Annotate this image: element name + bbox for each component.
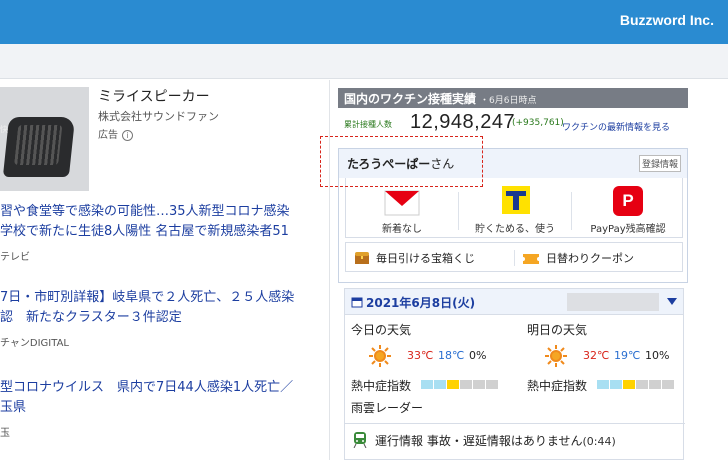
news-title-line[interactable]: 学校で新たに生徒8人陽性 名古屋で新規感染者51 [0,222,330,242]
mail-icon [384,190,420,216]
services-row2: 毎日引ける宝箱くじ 日替わりクーポン [345,242,683,272]
tomorrow-weather-label: 明日の天気 [527,323,588,337]
date-display: 2021年6月8日(火) [351,294,475,311]
train-icon [353,432,367,448]
news-item[interactable]: 習や食堂等で感染の可能性…35人新型コロナ感染 学校で新たに生徒8人陽性 名古屋… [0,202,330,263]
vaccine-info-link[interactable]: ワクチンの最新情報を見る [562,120,670,133]
speaker-device-image [2,117,76,177]
location-select[interactable] [567,293,659,311]
mail-service[interactable]: 新着なし [346,184,458,238]
daily-coupon-label: 日替わりクーポン [546,252,634,265]
ad-label-text: 広告 [98,130,118,141]
ad-image[interactable]: 快 [0,87,89,191]
ad-company: 株式会社サウンドファン [98,110,219,123]
news-title-line[interactable]: 認 新たなクラスター３件認定 [0,308,330,328]
mail-label: 新着なし [382,224,422,235]
today-precip: 0% [469,349,487,362]
top-bar: Buzzword Inc. [0,0,728,44]
calendar-icon [351,297,363,308]
coupon-icon [522,254,540,264]
info-icon[interactable]: i [122,130,133,141]
today-low-temp: 18℃ [438,349,465,362]
paypay-label: PayPay残高確認 [590,224,666,235]
paypay-icon: P [613,186,643,216]
news-title-line[interactable]: 習や食堂等で感染の可能性…35人新型コロナ感染 [0,202,330,222]
daily-coupon-link[interactable]: 日替わりクーポン [522,250,634,266]
date-text: 2021年6月8日(火) [366,296,476,310]
news-source: チャンDIGITAL [0,338,69,349]
left-column: 快 ミライスピーカー 株式会社サウンドファン 広告 i 習や食堂等で感染の可能性…… [0,80,330,460]
news-title-line[interactable]: 7日・市町別詳報】岐阜県で２人死亡、２５人感染 [0,288,330,308]
vaccine-delta: (+935,761) [512,118,564,128]
today-high-temp: 33℃ [407,349,434,362]
tomorrow-low-temp: 19℃ [614,349,641,362]
ad-image-text: 快 [0,125,8,134]
chevron-down-icon[interactable] [667,298,677,305]
paypay-service[interactable]: P PayPay残高確認 [572,184,684,238]
treasure-lottery-label: 毎日引ける宝箱くじ [376,252,475,265]
vaccine-cumulative-label: 累計接種人数 [344,120,392,129]
tomorrow-heat-index-bar [597,380,675,389]
tpoint-icon [502,186,530,214]
train-info[interactable]: 運行情報 事故・遅延情報はありません(0:44) [345,423,685,453]
today-weather[interactable]: 今日の天気 33℃ 18℃ 0% 熱中症指数 [351,321,521,393]
treasure-lottery-link[interactable]: 毎日引ける宝箱くじ [354,250,475,266]
news-title-line[interactable]: 型コロナウイルス 県内で7日44人感染1人死亡／ [0,378,330,398]
username-highlight-box [320,136,483,187]
treasure-chest-icon [355,252,369,264]
today-weather-label: 今日の天気 [351,323,412,337]
vaccine-total: 12,948,247 [410,111,516,133]
vaccine-date-note: ・6月6日時点 [480,96,537,106]
ad-title[interactable]: ミライスピーカー [98,86,210,106]
news-title-line[interactable]: 玉県 [0,398,330,418]
ad-label: 広告 i [98,126,133,141]
services-panel: 新着なし 貯くためる、使う P PayPay残高確認 毎日引ける宝箱くじ 日替わ… [338,178,688,283]
tomorrow-heat-label: 熱中症指数 [527,379,588,393]
rain-radar-link[interactable]: 雨雲レーダー [351,399,423,416]
today-heat-label: 熱中症指数 [351,379,412,393]
register-info-button[interactable]: 登録情報 [638,155,681,172]
train-status: 事故・遅延情報はありません [426,434,583,448]
tpoint-service[interactable]: 貯くためる、使う [459,184,571,238]
today-heat-index-bar [421,380,499,389]
tomorrow-high-temp: 32℃ [583,349,610,362]
daily-info-panel: 2021年6月8日(火) 今日の天気 33℃ 18℃ 0% 熱中症指数 明日の天… [344,288,685,460]
vaccine-title: 国内のワクチン接種実績 [344,92,477,106]
tomorrow-weather[interactable]: 明日の天気 32℃ 19℃ 10% 熱中症指数 [527,321,697,393]
brand-name[interactable]: Buzzword Inc. [620,12,714,28]
sunny-icon [369,345,391,367]
sunny-icon [545,345,567,367]
tpoint-label: 貯くためる、使う [475,224,555,235]
news-item[interactable]: 7日・市町別詳報】岐阜県で２人死亡、２５人感染 認 新たなクラスター３件認定 チ… [0,288,330,349]
train-time: (0:44) [582,435,616,448]
date-header: 2021年6月8日(火) [345,289,683,315]
vaccine-header: 国内のワクチン接種実績 ・6月6日時点 [338,88,688,108]
vaccine-panel: 国内のワクチン接種実績 ・6月6日時点 累計接種人数 12,948,247 (+9… [338,88,688,138]
train-info-text: 運行情報 事故・遅延情報はありません(0:44) [375,432,616,449]
tomorrow-precip: 10% [645,349,670,362]
train-label: 運行情報 [375,434,424,448]
services-box: 新着なし 貯くためる、使う P PayPay残高確認 [345,178,683,238]
news-item[interactable]: 型コロナウイルス 県内で7日44人感染1人死亡／ 玉県 玉 [0,378,330,439]
news-source: テレビ [0,252,30,263]
row2-divider [514,250,515,266]
sub-bar [0,44,728,79]
news-source: 玉 [0,428,10,439]
